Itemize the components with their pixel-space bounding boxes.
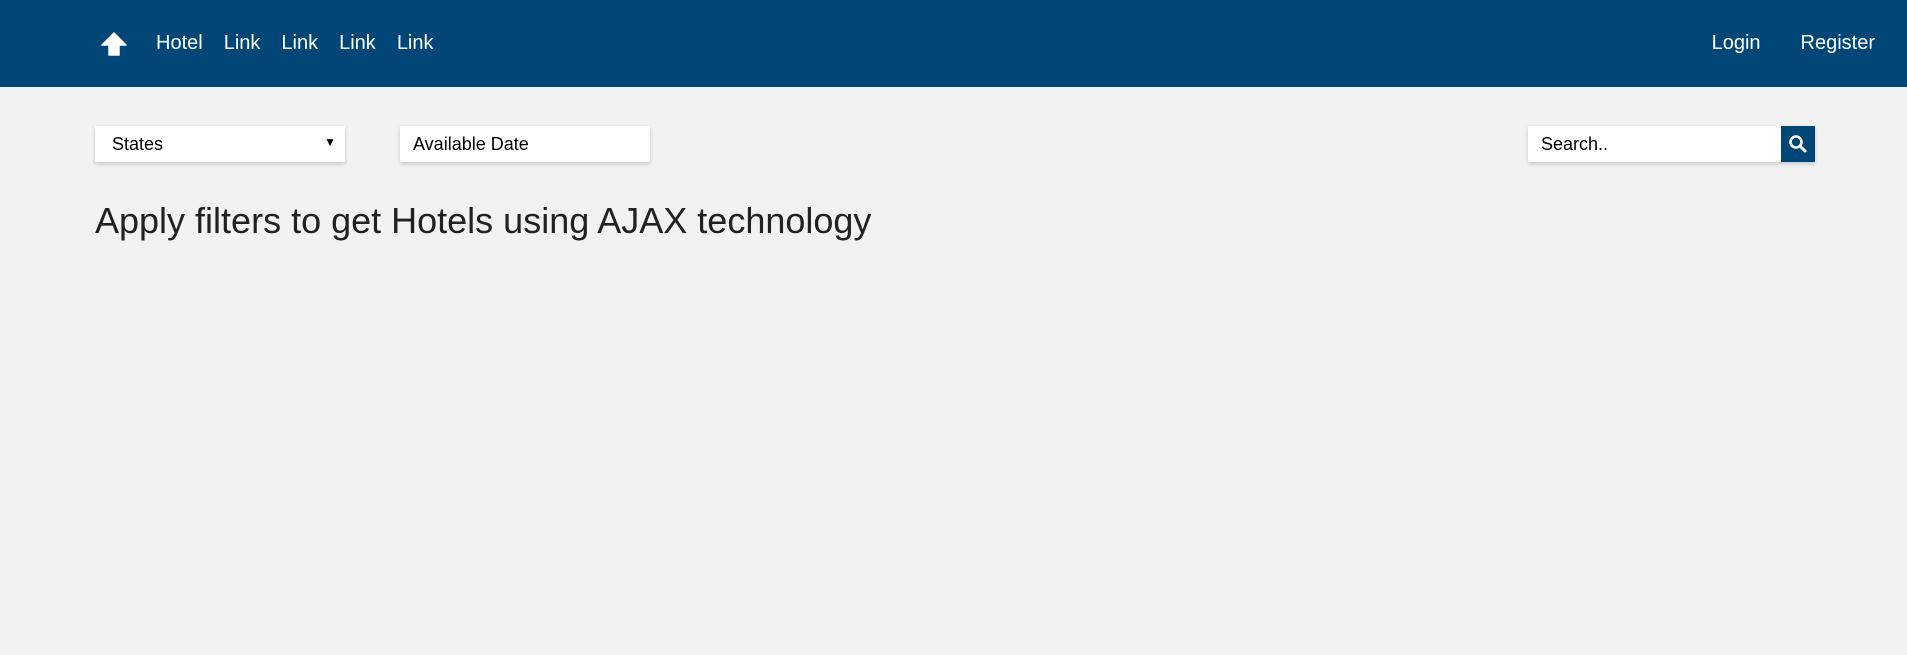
available-date-input[interactable] (400, 126, 650, 162)
caret-down-icon: ▼ (324, 135, 336, 149)
nav-link-4[interactable]: Link (397, 32, 434, 55)
states-select[interactable]: States ▼ (95, 126, 345, 162)
filter-bar: States ▼ (0, 126, 1907, 162)
page-heading: Apply filters to get Hotels using AJAX t… (95, 200, 872, 241)
search-icon (1789, 135, 1807, 153)
home-button[interactable] (100, 31, 128, 57)
nav-link-1[interactable]: Link (224, 32, 261, 55)
login-link[interactable]: Login (1712, 32, 1761, 55)
top-navbar: Hotel Link Link Link Link Login Register (0, 0, 1907, 87)
search-button[interactable] (1781, 126, 1815, 162)
nav-auth-links: Login Register (1672, 0, 1875, 87)
nav-links: Hotel Link Link Link Link (156, 0, 455, 87)
nav-link-hotel[interactable]: Hotel (156, 32, 203, 55)
states-select-value: States (112, 133, 164, 154)
register-link[interactable]: Register (1801, 32, 1875, 55)
nav-link-2[interactable]: Link (281, 32, 318, 55)
search-box (1528, 126, 1815, 162)
nav-link-3[interactable]: Link (339, 32, 376, 55)
search-input[interactable] (1528, 126, 1781, 162)
arrow-up-icon (101, 32, 127, 56)
